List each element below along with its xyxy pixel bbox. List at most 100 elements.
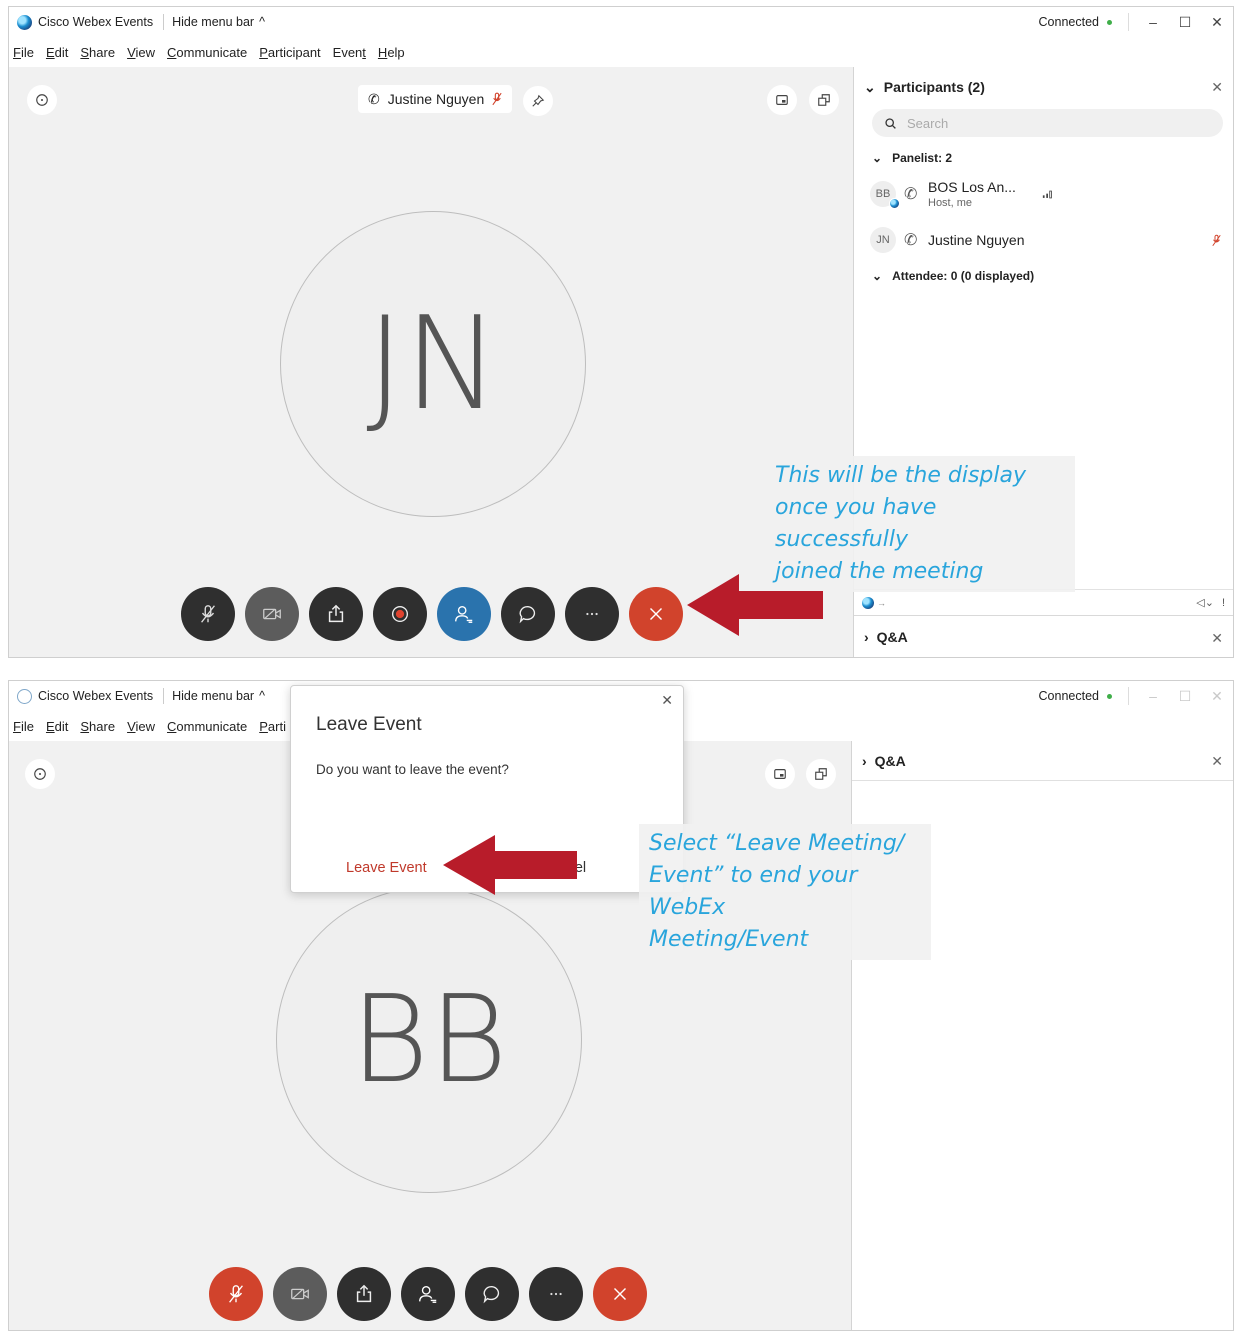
maximize-icon[interactable]: ☐ — [1177, 14, 1193, 31]
signal-strength-icon — [1042, 190, 1052, 198]
chevron-down-icon: ⌄ — [864, 78, 876, 95]
participant-search-input[interactable]: Search — [872, 109, 1223, 137]
menu-edit[interactable]: Edit — [46, 45, 68, 60]
picture-in-picture-button[interactable] — [765, 759, 795, 789]
minimize-icon[interactable]: – — [1145, 14, 1161, 30]
participant-row[interactable]: JN ✆ Justine Nguyen — [854, 217, 1233, 263]
leave-meeting-button[interactable] — [593, 1267, 647, 1321]
chevron-up-icon: ^ — [259, 15, 265, 29]
title-divider — [1128, 13, 1129, 31]
menu-bar: File Edit Share View Communicate Partici… — [9, 37, 1233, 67]
title-separator — [163, 14, 165, 30]
panelist-group-header[interactable]: ⌄ Panelist: 2 — [854, 145, 1233, 171]
participant-avatar: BB — [276, 887, 582, 1193]
active-speaker-name: Justine Nguyen — [387, 91, 485, 107]
participant-avatar: JN — [280, 211, 586, 517]
chevron-right-icon: › — [864, 628, 869, 645]
menu-edit[interactable]: Edit — [46, 719, 68, 734]
menu-communicate[interactable]: Communicate — [167, 45, 247, 60]
more-options-button[interactable] — [565, 587, 619, 641]
active-speaker-label: ✆ Justine Nguyen — [358, 85, 513, 113]
dialog-message: Do you want to leave the event? — [316, 762, 509, 777]
close-dialog-icon[interactable]: ✕ — [661, 692, 673, 709]
title-bar: Cisco Webex Events Hide menu bar ^ Conne… — [9, 7, 1233, 37]
phone-icon: ✆ — [904, 232, 918, 249]
menu-file[interactable]: File — [13, 719, 34, 734]
mute-button[interactable] — [181, 587, 235, 641]
connected-label: Connected — [1038, 15, 1099, 29]
menu-participant-truncated[interactable]: Parti — [259, 719, 286, 734]
muted-mic-icon — [1212, 234, 1221, 246]
menu-participant[interactable]: Participant — [259, 45, 320, 60]
menu-share[interactable]: Share — [80, 719, 115, 734]
info-icon — [34, 768, 46, 780]
menu-share[interactable]: Share — [80, 45, 115, 60]
minimize-icon[interactable]: – — [1145, 688, 1161, 704]
menu-view[interactable]: View — [127, 719, 155, 734]
menu-view[interactable]: View — [127, 45, 155, 60]
hide-menu-bar-button[interactable]: Hide menu bar ^ — [172, 15, 265, 29]
leave-meeting-button[interactable] — [629, 587, 683, 641]
meeting-info-button[interactable] — [27, 85, 57, 115]
participants-panel-header[interactable]: ⌄ Participants (2) ✕ — [854, 67, 1233, 107]
picture-in-picture-button[interactable] — [767, 85, 797, 115]
menu-truncated-rest: arti — [267, 718, 286, 734]
record-button[interactable] — [373, 587, 427, 641]
instruction-annotation: Select “Leave Meeting/ Event” to end you… — [639, 824, 931, 960]
avatar: BB — [870, 181, 900, 209]
mute-button[interactable] — [209, 1267, 263, 1321]
more-options-button[interactable] — [529, 1267, 583, 1321]
close-window-icon[interactable]: ✕ — [1209, 688, 1225, 705]
video-off-button[interactable] — [245, 587, 299, 641]
close-panel-icon[interactable]: ✕ — [1211, 79, 1223, 96]
hide-menu-bar-button[interactable]: Hide menu bar ^ — [172, 689, 265, 703]
webex-window-in-meeting: Cisco Webex Events Hide menu bar ^ Conne… — [8, 6, 1234, 658]
annotation-line: once you have successfully — [775, 495, 937, 552]
chat-button[interactable] — [501, 587, 555, 641]
share-button[interactable] — [309, 587, 363, 641]
leave-event-button[interactable]: Leave Event — [346, 860, 427, 876]
alert-icon[interactable]: ! — [1222, 597, 1225, 609]
video-off-button[interactable] — [273, 1267, 327, 1321]
hide-menu-bar-label: Hide menu bar — [172, 15, 255, 29]
title-divider — [1128, 687, 1129, 705]
layout-button[interactable] — [809, 85, 839, 115]
hide-menu-bar-label: Hide menu bar — [172, 689, 255, 703]
participants-title: Participants (2) — [883, 79, 985, 95]
close-window-icon[interactable]: ✕ — [1209, 14, 1225, 31]
participants-button[interactable] — [437, 587, 491, 641]
chat-icon — [519, 605, 536, 624]
qa-panel-header[interactable]: › Q&A ✕ — [852, 741, 1233, 781]
participants-button[interactable] — [401, 1267, 455, 1321]
menu-help[interactable]: Help — [378, 45, 405, 60]
webex-logo-icon — [17, 688, 32, 704]
record-icon — [391, 605, 409, 623]
phone-icon: ✆ — [368, 90, 380, 107]
share-button[interactable] — [337, 1267, 391, 1321]
annotation-line: Event” to end your WebEx — [649, 863, 858, 920]
layout-button[interactable] — [806, 759, 836, 789]
pin-button[interactable] — [523, 86, 553, 116]
assign-presenter-button[interactable]: → — [862, 596, 886, 609]
meeting-controls — [209, 1267, 647, 1321]
attendee-group-label: Attendee: 0 (0 displayed) — [892, 269, 1035, 283]
chat-button[interactable] — [465, 1267, 519, 1321]
participant-row[interactable]: BB ✆ BOS Los An... Host, me — [854, 171, 1233, 217]
close-qa-icon[interactable]: ✕ — [1211, 753, 1223, 770]
app-title: Cisco Webex Events — [38, 15, 154, 29]
close-qa-icon[interactable]: ✕ — [1211, 630, 1223, 647]
chevron-down-icon: ⌄ — [872, 269, 883, 283]
menu-file[interactable]: File — [13, 45, 34, 60]
meeting-info-button[interactable] — [25, 759, 55, 789]
menu-communicate[interactable]: Communicate — [167, 719, 247, 734]
more-icon — [586, 612, 598, 616]
attendee-group-header[interactable]: ⌄ Attendee: 0 (0 displayed) — [854, 263, 1233, 289]
panelist-group-label: Panelist: 2 — [892, 151, 953, 165]
maximize-icon[interactable]: ☐ — [1177, 688, 1193, 705]
connection-status: Connected — [1039, 15, 1112, 29]
megaphone-dropdown-icon[interactable]: ◁⌄ — [1196, 596, 1214, 609]
menu-event[interactable]: Event — [333, 45, 366, 60]
qa-panel-header[interactable]: › Q&A ✕ — [854, 615, 1233, 657]
video-stage: ✆ Justine Nguyen JN — [9, 67, 853, 657]
panel-footer: → ◁⌄ ! — [854, 589, 1233, 615]
